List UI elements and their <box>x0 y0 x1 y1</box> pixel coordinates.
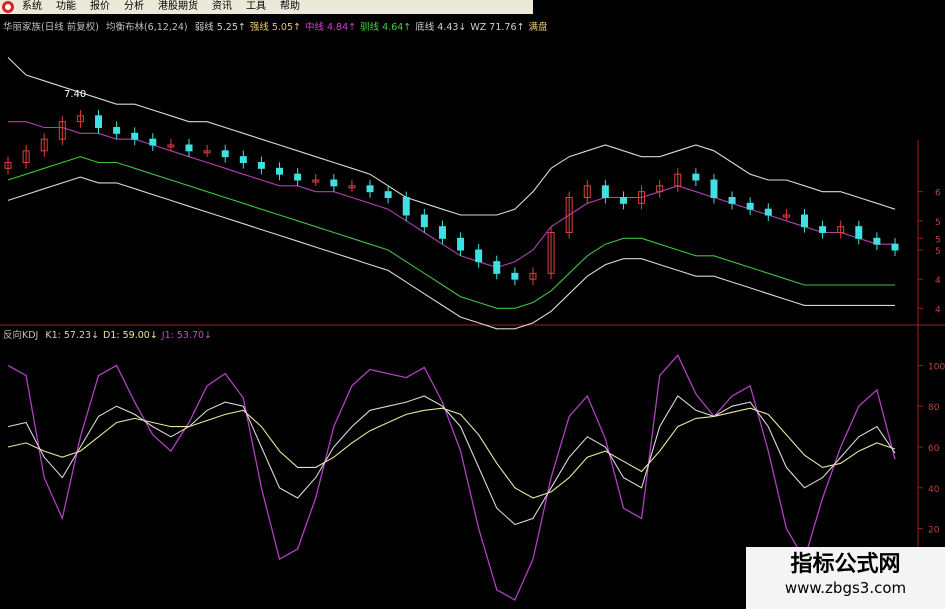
menu-news[interactable]: 资讯 <box>207 0 241 14</box>
candle-body <box>438 226 446 239</box>
kdj-name[interactable]: 反向KDJ <box>3 330 38 341</box>
k1-line <box>7 395 896 526</box>
candle-body <box>294 173 302 181</box>
candle-body <box>619 197 627 204</box>
candle-body <box>601 185 609 198</box>
candle-body <box>95 115 103 129</box>
watermark: 指标公式网 www.zbgs3.com <box>746 547 945 609</box>
kdj-legend-item-1: D1: 59.00↓ <box>103 330 158 341</box>
stock-name[interactable]: 华丽家族(日线 前复权) <box>3 22 99 33</box>
candle-body <box>692 173 700 181</box>
main-legend-item-4: 底线 4.43↓ <box>415 22 467 33</box>
kdj-tick-label: 80 <box>928 403 940 413</box>
watermark-url: www.zbgs3.com <box>784 579 907 597</box>
menu-analysis[interactable]: 分析 <box>119 0 153 14</box>
kdj-tick-label: 40 <box>928 485 940 495</box>
menu-hk-futures[interactable]: 港股期货 <box>153 0 207 14</box>
d1-line <box>7 407 896 499</box>
panel-frame <box>0 140 945 609</box>
candle-body <box>185 144 193 152</box>
price-tick-label: 6 <box>935 189 941 199</box>
candle-body <box>475 249 483 263</box>
candle-body <box>384 191 392 199</box>
price-tick-label: 4 <box>935 276 941 286</box>
price-tick-label: 5 <box>935 218 941 228</box>
candle-body <box>113 127 121 134</box>
candle-body <box>800 214 808 228</box>
candle-body <box>276 167 284 175</box>
main-legend-item-1: 强线 5.05↑ <box>249 22 301 33</box>
candle-body <box>257 162 265 169</box>
main-legend-item-0: 弱线 5.25↑ <box>194 22 246 33</box>
candle-body <box>420 214 428 228</box>
watermark-title: 指标公式网 <box>790 552 901 577</box>
menu-quote[interactable]: 报价 <box>85 0 119 14</box>
candle-body <box>873 237 881 245</box>
candle-body <box>239 156 247 164</box>
menu-bar: 系统 功能 报价 分析 港股期货 资讯 工具 帮助 <box>0 0 533 14</box>
main-legend-item-3: 驯线 4.64↑ <box>360 22 412 33</box>
price-annotation: 7.40 <box>64 89 86 100</box>
candle-body <box>746 202 754 210</box>
price-tick-label: 4 <box>935 305 941 315</box>
indicator-name[interactable]: 均衡布林(6,12,24) <box>106 22 188 33</box>
kdj-legend-item-2: J1: 53.70↓ <box>161 330 213 341</box>
bottom-band-line <box>7 176 895 330</box>
chart-canvas: 6 5 5 5 4 4 100 80 60 40 20 7.40 <box>0 57 945 609</box>
kdj-tick-label: 60 <box>928 444 940 454</box>
main-legend-item-6: 满盘 <box>528 22 548 33</box>
price-tick-label: 5 <box>935 235 941 245</box>
candle-body <box>149 138 157 146</box>
price-tick-label: 5 <box>935 247 941 257</box>
candle-body <box>728 197 736 204</box>
main-legend-item-2: 中线 4.84↑ <box>304 22 357 33</box>
kdj-legend: 反向KDJ K1: 57.23↓ D1: 59.00↓ J1: 53.70↓ <box>3 330 220 342</box>
upper-band-line <box>7 57 896 216</box>
candle-body <box>330 179 338 187</box>
candle-body <box>891 243 899 251</box>
middle-band-line <box>8 121 895 269</box>
price-pane <box>4 57 899 330</box>
kdj-legend-item-0: K1: 57.23↓ <box>45 330 100 341</box>
right-axis: 6 5 5 5 4 4 100 80 60 40 20 <box>918 189 945 536</box>
menu-function[interactable]: 功能 <box>51 0 85 14</box>
main-legend: 华丽家族(日线 前复权) 均衡布林(6,12,24) 弱线 5.25↑ 强线 5.… <box>3 22 555 34</box>
candle-body <box>764 208 772 216</box>
lower-band-line <box>7 156 895 309</box>
candle-body <box>457 237 465 251</box>
app-logo-icon <box>2 1 14 13</box>
candle-body <box>493 261 501 274</box>
candle-body <box>855 226 863 239</box>
menu-system[interactable]: 系统 <box>17 0 51 14</box>
candle-body <box>221 150 229 158</box>
main-legend-item-5: WZ 71.76↑ <box>470 22 525 33</box>
kdj-tick-label: 20 <box>928 526 940 536</box>
kdj-tick-label: 100 <box>928 362 945 372</box>
candle-body <box>819 226 827 234</box>
menu-help[interactable]: 帮助 <box>275 0 309 14</box>
candle-body <box>131 132 139 140</box>
menu-tools[interactable]: 工具 <box>241 0 275 14</box>
candle-body <box>710 179 718 198</box>
candle-body <box>511 272 519 280</box>
candle-body <box>366 185 374 193</box>
candle-body <box>402 197 410 216</box>
